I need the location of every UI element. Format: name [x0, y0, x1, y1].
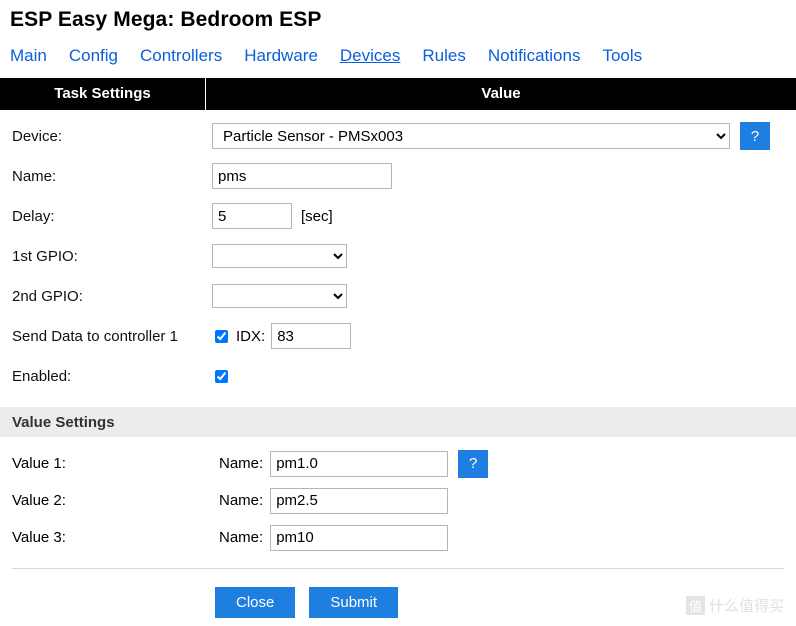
submit-button[interactable]: Submit [309, 587, 399, 618]
device-help-button[interactable]: ? [740, 122, 770, 150]
name-label: Name: [12, 167, 57, 185]
value-settings-help-button[interactable]: ? [458, 449, 489, 478]
value2-label: Value 2: [12, 492, 66, 509]
main-nav: Main Config Controllers Hardware Devices Rule… [0, 32, 796, 66]
send-data-checkbox[interactable] [215, 329, 228, 343]
nav-item-tools[interactable]: Tools [602, 46, 642, 66]
value-row-1: Value 1: Name: ? [0, 445, 796, 482]
close-button[interactable]: Close [215, 587, 296, 618]
delay-label: Delay: [12, 207, 55, 225]
nav-item-config[interactable]: Config [69, 46, 118, 66]
value1-input[interactable] [270, 450, 449, 477]
value2-name-label: Name: [219, 492, 264, 509]
footer-buttons: Close Submit [0, 587, 796, 618]
row-gpio1: 1st GPIO: [0, 239, 796, 273]
header-task-settings: Task Settings [0, 78, 206, 110]
device-select[interactable]: Particle Sensor - PMSx003 [212, 123, 730, 149]
row-name: Name: [0, 159, 796, 193]
footer-divider [12, 568, 784, 569]
gpio2-select[interactable] [212, 284, 347, 308]
value1-label: Value 1: [12, 455, 66, 472]
name-input[interactable] [212, 163, 392, 189]
row-send-data: Send Data to controller 1 IDX: [0, 319, 796, 353]
row-enabled: Enabled: [0, 359, 796, 393]
nav-item-controllers[interactable]: Controllers [140, 46, 222, 66]
nav-item-hardware[interactable]: Hardware [244, 46, 318, 66]
nav-item-notifications[interactable]: Notifications [488, 46, 581, 66]
enabled-checkbox[interactable] [215, 369, 228, 383]
gpio1-select[interactable] [212, 244, 347, 268]
row-delay: Delay: [sec] [0, 199, 796, 233]
enabled-label: Enabled: [12, 367, 72, 385]
nav-item-main[interactable]: Main [10, 46, 47, 66]
row-device: Device: Particle Sensor - PMSx003 ? [0, 119, 796, 153]
value-row-2: Value 2: Name: [0, 482, 796, 519]
gpio1-label: 1st GPIO: [12, 247, 78, 265]
page-title: ESP Easy Mega: Bedroom ESP [10, 8, 322, 31]
value3-name-label: Name: [219, 529, 264, 546]
delay-unit-label: [sec] [301, 207, 333, 225]
header-value: Value [481, 85, 521, 102]
value3-label: Value 3: [12, 529, 66, 546]
device-label: Device: [12, 127, 63, 145]
value2-input[interactable] [270, 487, 449, 514]
table-header: Task Settings Value [0, 78, 796, 110]
gpio2-label: 2nd GPIO: [12, 287, 83, 305]
send-data-label: Send Data to controller 1 [12, 327, 178, 345]
row-gpio2: 2nd GPIO: [0, 279, 796, 313]
value-row-3: Value 3: Name: [0, 519, 796, 556]
nav-item-rules[interactable]: Rules [422, 46, 465, 66]
idx-input[interactable] [271, 323, 352, 349]
value-settings-section-title: Value Settings [0, 407, 796, 437]
nav-item-devices[interactable]: Devices [340, 46, 400, 66]
value1-name-label: Name: [219, 455, 264, 472]
idx-label: IDX: [236, 327, 266, 345]
value3-input[interactable] [270, 524, 449, 551]
delay-input[interactable] [212, 203, 292, 229]
